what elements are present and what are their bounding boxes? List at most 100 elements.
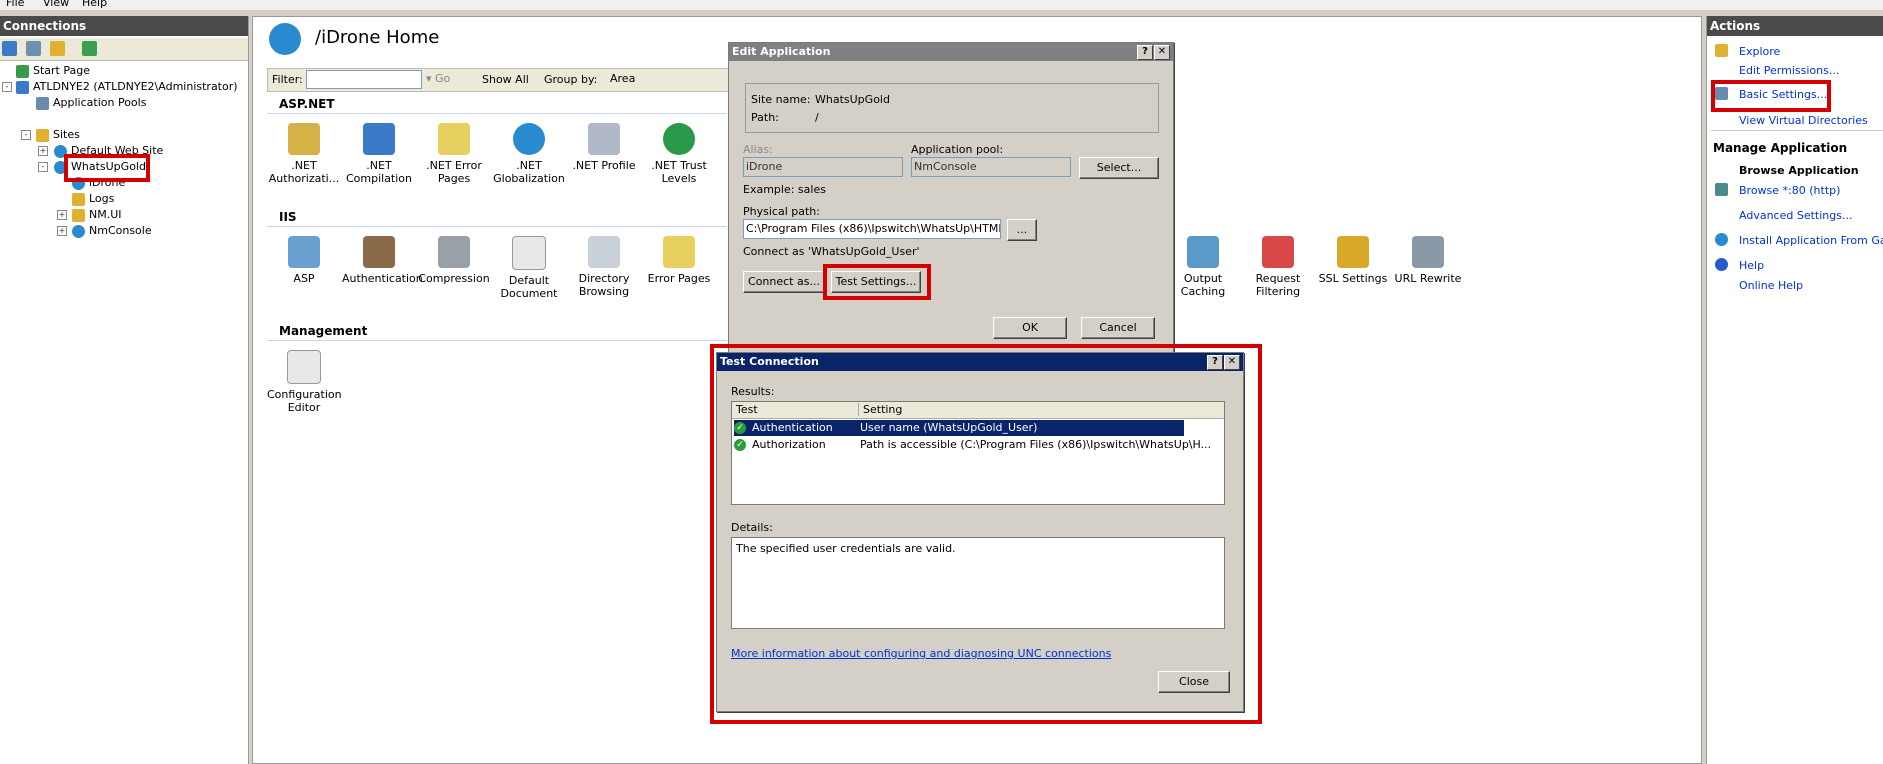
online-help-link[interactable]: Online Help	[1739, 279, 1803, 292]
folder-icon	[72, 192, 85, 206]
help-icon[interactable]: ?	[1137, 45, 1153, 60]
close-icon[interactable]: ✕	[1224, 355, 1240, 370]
feature-asp[interactable]: ASP	[267, 236, 341, 285]
user-icon	[363, 236, 395, 268]
feature-authentication[interactable]: Authentication	[342, 236, 423, 285]
details-box[interactable]: The specified user credentials are valid…	[731, 537, 1225, 629]
actions-header: Actions	[1707, 16, 1883, 36]
details-text: The specified user credentials are valid…	[736, 542, 956, 555]
feature-error-pages[interactable]: Error Pages	[642, 236, 716, 285]
test-connection-titlebar: Test Connection ? ✕	[717, 353, 1243, 371]
column-setting[interactable]: Setting	[858, 403, 902, 416]
feature-net-globalization[interactable]: .NET Globalization	[492, 123, 566, 185]
asp-icon	[288, 236, 320, 268]
actions-pane: Actions Explore Edit Permissions... Basi…	[1706, 16, 1883, 764]
explore-icon	[1715, 44, 1728, 57]
physical-path-input[interactable]: C:\Program Files (x86)\Ipswitch\WhatsUp\…	[743, 219, 1001, 239]
go-button[interactable]: ▾ Go	[426, 72, 450, 85]
feature-net-authorization[interactable]: .NET Authorizati...	[267, 123, 341, 185]
feature-net-trust-levels[interactable]: .NET Trust Levels	[642, 123, 716, 185]
edit-application-dialog: Edit Application ? ✕ Site name: WhatsUpG…	[728, 42, 1174, 362]
expand-nmui-toggle[interactable]: +	[57, 210, 67, 220]
up-folder-icon[interactable]	[50, 41, 65, 56]
cancel-button[interactable]: Cancel	[1081, 317, 1155, 339]
tree-item-start-page[interactable]: Start Page	[16, 63, 90, 79]
connections-toolbar	[0, 38, 248, 61]
app-pool-field: NmConsole	[911, 157, 1071, 177]
feature-output-caching[interactable]: Output Caching	[1166, 236, 1240, 298]
feature-default-document[interactable]: Default Document	[492, 236, 566, 300]
menu-help[interactable]: Help	[82, 0, 107, 9]
document-check-icon	[512, 236, 546, 270]
feature-net-compilation[interactable]: .NET Compilation	[342, 123, 416, 185]
connect-as-text: Connect as 'WhatsUpGold_User'	[743, 245, 920, 258]
results-grid[interactable]: Test Setting ✓ Authentication User name …	[731, 401, 1225, 505]
globe-icon	[513, 123, 545, 155]
browse-80-link[interactable]: Browse *:80 (http)	[1739, 184, 1840, 197]
save-icon[interactable]	[26, 41, 41, 56]
expand-nmconsole-toggle[interactable]: +	[57, 226, 67, 236]
tree-item-server[interactable]: ATLDNYE2 (ATLDNYE2\Administrator)	[16, 79, 238, 95]
feature-compression[interactable]: Compression	[417, 236, 491, 285]
show-all-button[interactable]: Show All	[482, 73, 529, 86]
warning-404-icon	[438, 123, 470, 155]
table-row[interactable]: ✓ Authentication User name (WhatsUpGold_…	[734, 420, 1184, 436]
site-name-value: WhatsUpGold	[815, 93, 890, 106]
lock-icon	[288, 123, 320, 155]
menu-view[interactable]: View	[43, 0, 69, 9]
padlock-icon	[1337, 236, 1369, 268]
details-label: Details:	[731, 521, 773, 534]
more-info-link[interactable]: More information about configuring and d…	[731, 647, 1111, 660]
feature-ssl-settings[interactable]: SSL Settings	[1316, 236, 1390, 285]
feature-url-rewrite[interactable]: URL Rewrite	[1391, 236, 1465, 285]
path-value: /	[815, 111, 819, 124]
filter-input[interactable]	[306, 70, 422, 89]
group-by-select[interactable]: Area	[608, 70, 724, 89]
explore-link[interactable]: Explore	[1739, 45, 1780, 58]
expand-whatsupgold-toggle[interactable]: -	[38, 162, 48, 172]
results-grid-header: Test Setting	[732, 402, 1224, 419]
edit-permissions-link[interactable]: Edit Permissions...	[1739, 64, 1839, 77]
warning-404-icon	[663, 236, 695, 268]
test-connection-dialog: Test Connection ? ✕ Results: Test Settin…	[716, 352, 1244, 712]
feature-net-profile[interactable]: .NET Profile	[567, 123, 641, 172]
physical-path-label: Physical path:	[743, 205, 820, 218]
expand-server-toggle[interactable]: -	[2, 82, 12, 92]
advanced-settings-link[interactable]: Advanced Settings...	[1739, 209, 1852, 222]
browse-path-button[interactable]: ...	[1007, 219, 1037, 241]
table-row[interactable]: ✓ Authorization Path is accessible (C:\P…	[734, 437, 1211, 453]
connect-as-button[interactable]: Connect as...	[743, 271, 825, 293]
feature-net-error-pages[interactable]: .NET Error Pages	[417, 123, 491, 185]
section-aspnet: ASP.NET	[279, 97, 335, 111]
tree-item-sites[interactable]: Sites	[36, 127, 80, 143]
filter-label: Filter:	[272, 73, 303, 86]
browse-application-heading: Browse Application	[1739, 164, 1859, 177]
menu-bar: File View Help	[0, 0, 1883, 10]
close-button[interactable]: Close	[1158, 671, 1230, 693]
refresh-connections-icon[interactable]	[82, 41, 97, 56]
section-divider	[267, 113, 727, 114]
close-icon[interactable]: ✕	[1154, 45, 1170, 60]
help-link[interactable]: Help	[1739, 259, 1764, 272]
ok-button[interactable]: OK	[993, 317, 1067, 339]
column-test[interactable]: Test	[736, 403, 758, 416]
view-virtual-dirs-link[interactable]: View Virtual Directories	[1739, 114, 1868, 127]
help-icon[interactable]: ?	[1207, 355, 1223, 370]
feature-request-filtering[interactable]: Request Filtering	[1241, 236, 1315, 298]
feature-directory-browsing[interactable]: Directory Browsing	[567, 236, 641, 298]
tree-item-nmui[interactable]: NM.UI	[72, 207, 122, 223]
path-label: Path:	[751, 111, 779, 124]
globe-icon	[269, 23, 301, 55]
feature-configuration-editor[interactable]: Configuration Editor	[267, 350, 342, 414]
site-name-label: Site name:	[751, 93, 811, 106]
expand-sites-toggle[interactable]: -	[21, 130, 31, 140]
expand-default-site-toggle[interactable]: +	[38, 146, 48, 156]
install-gallery-link[interactable]: Install Application From Gallery	[1739, 234, 1883, 247]
menu-file[interactable]: File	[6, 0, 24, 9]
connect-icon[interactable]	[2, 41, 17, 56]
folder-icon	[72, 208, 85, 222]
select-button[interactable]: Select...	[1079, 157, 1159, 179]
tree-item-nmconsole[interactable]: NmConsole	[72, 223, 152, 239]
tree-item-logs[interactable]: Logs	[72, 191, 114, 207]
tree-item-app-pools[interactable]: Application Pools	[36, 95, 146, 111]
